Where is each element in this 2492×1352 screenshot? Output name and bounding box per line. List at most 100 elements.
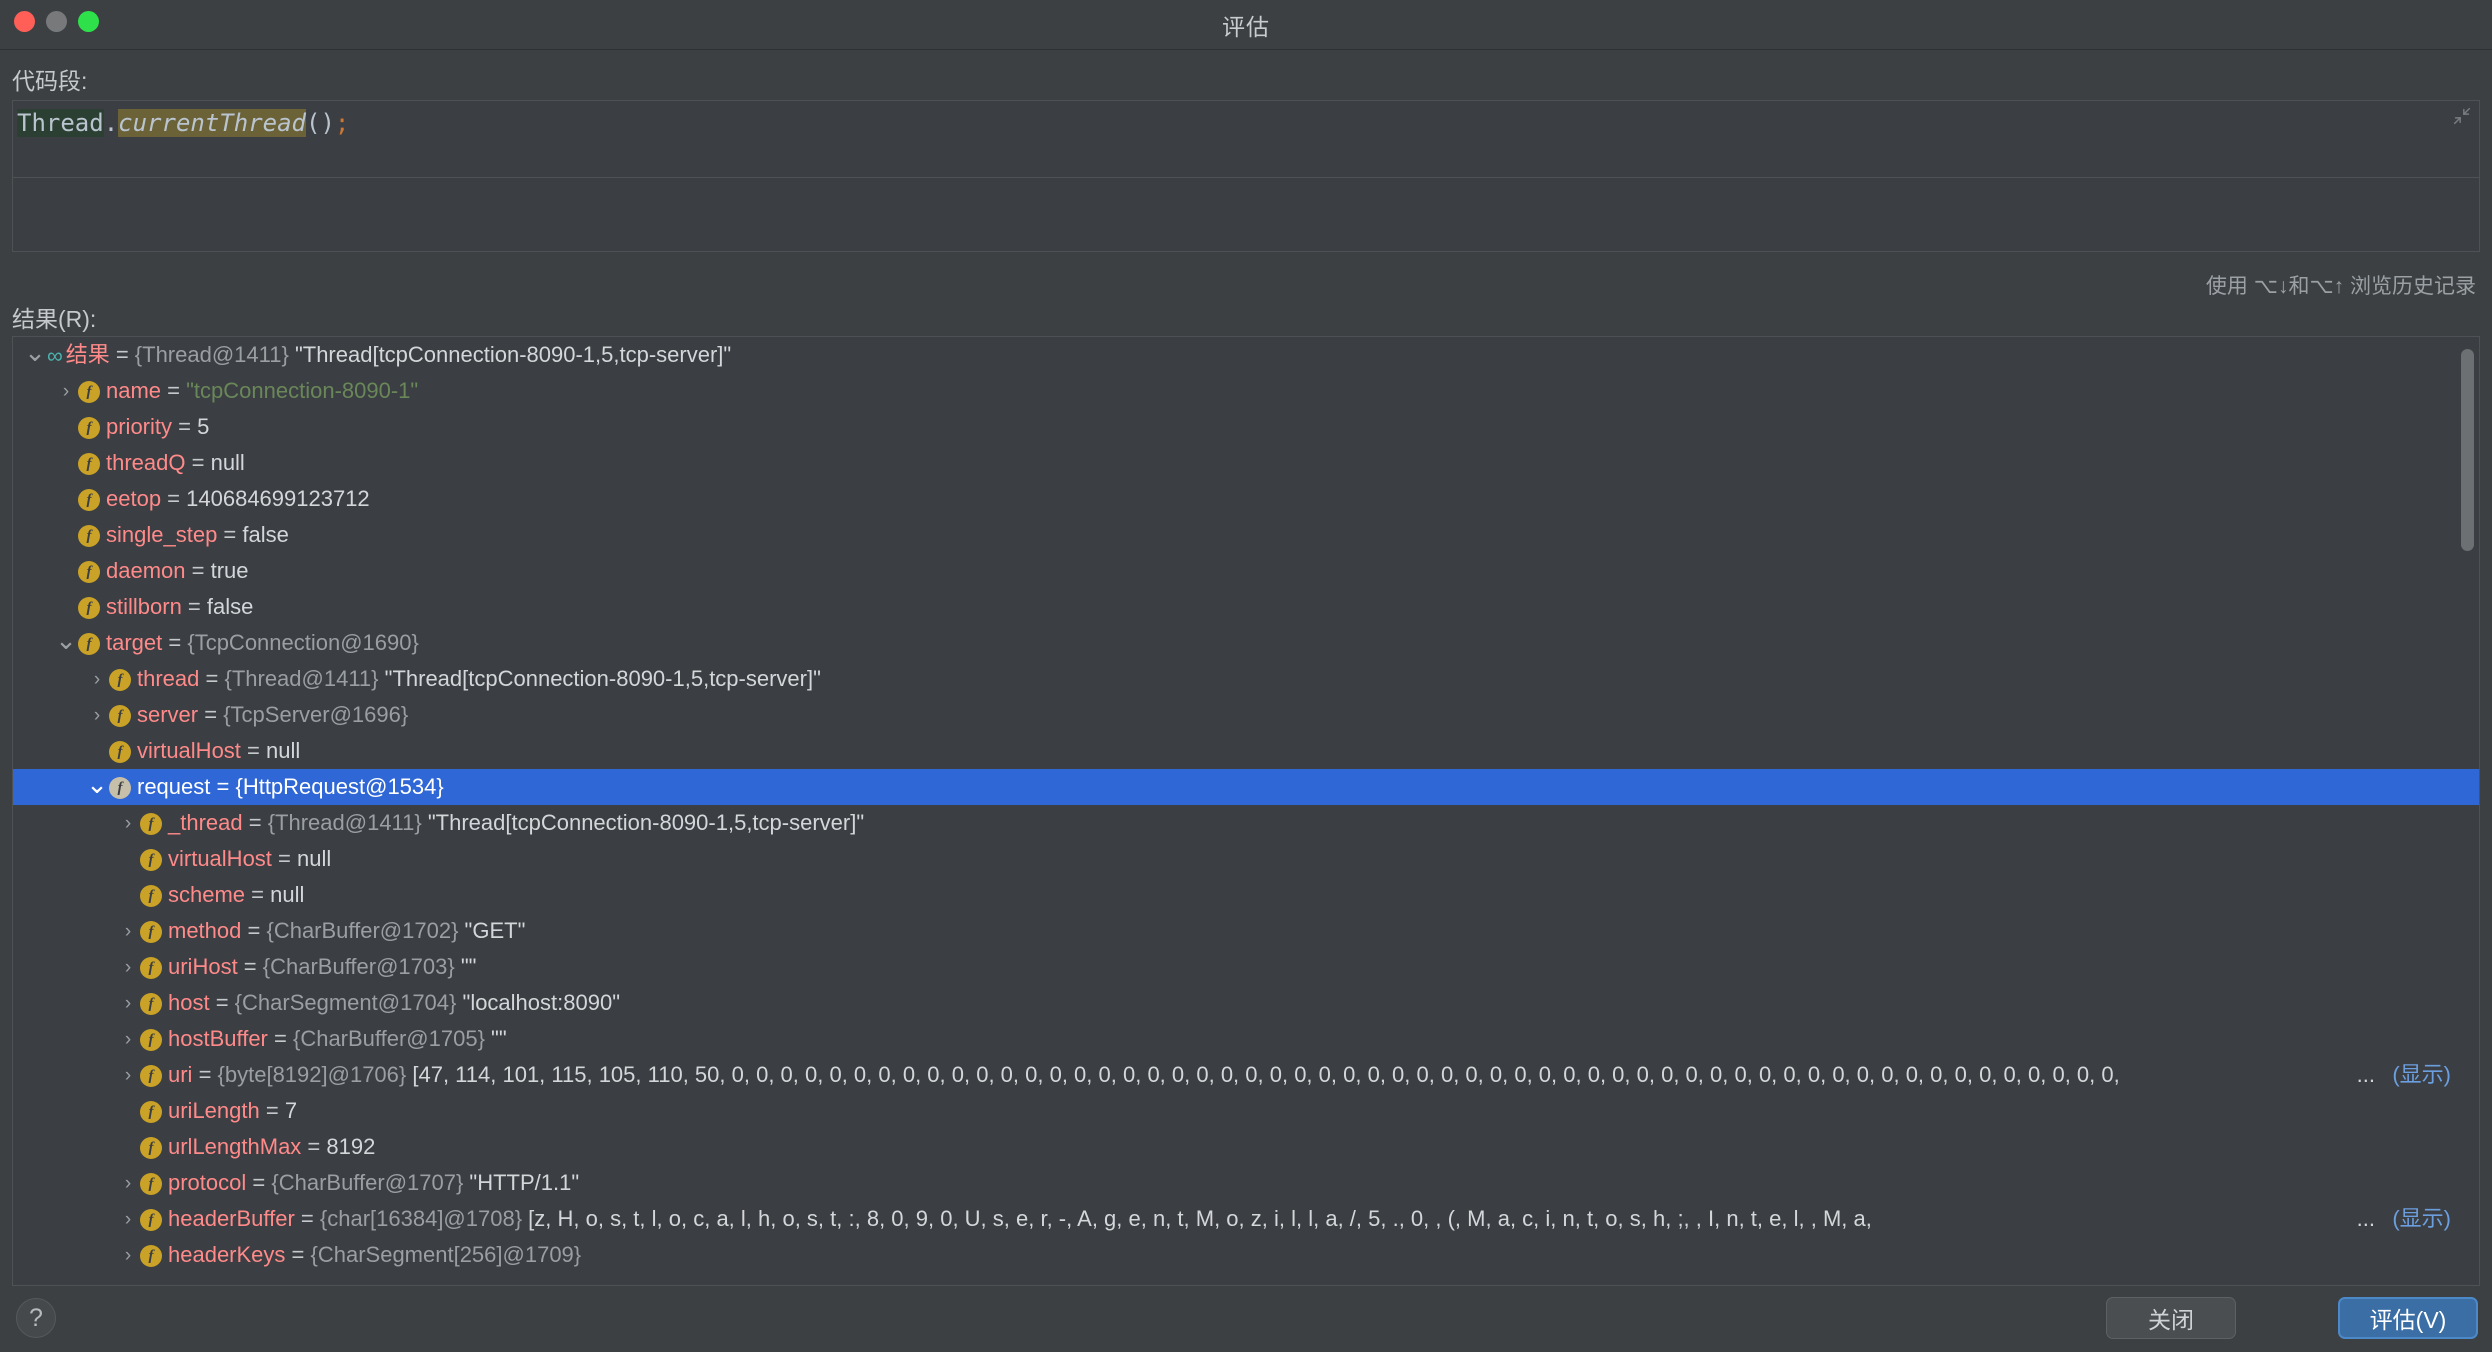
tree-row-equals: = bbox=[198, 702, 224, 727]
help-button[interactable]: ? bbox=[16, 1298, 56, 1338]
tree-row-name: single_step bbox=[106, 522, 218, 547]
tree-row[interactable]: › f _thread = {Thread@1411} "Thread[tcpCon… bbox=[13, 805, 2479, 841]
tree-row-value: "tcpConnection-8090-1" bbox=[186, 378, 419, 403]
chevron-placeholder-icon: › bbox=[116, 1130, 140, 1165]
minimize-window-button[interactable] bbox=[46, 11, 67, 32]
chevron-right-icon[interactable]: › bbox=[116, 1166, 140, 1201]
chevron-right-icon[interactable]: › bbox=[116, 1022, 140, 1057]
tree-row[interactable]: ⌄ f target = {TcpConnection@1690} bbox=[13, 625, 2479, 661]
tree-row-value: "Thread[tcpConnection-8090-1,5,tcp-serve… bbox=[288, 342, 732, 367]
chevron-down-icon[interactable]: ⌄ bbox=[54, 625, 78, 658]
field-icon: f bbox=[78, 417, 100, 440]
chevron-right-icon[interactable]: › bbox=[116, 1238, 140, 1273]
chevron-right-icon[interactable]: › bbox=[116, 914, 140, 949]
field-icon: f bbox=[109, 669, 131, 692]
tree-row[interactable]: ›fscheme = null bbox=[13, 877, 2479, 913]
tree-row-equals: = bbox=[109, 342, 135, 367]
tree-row-equals: = bbox=[237, 954, 263, 979]
tree-row[interactable]: ›f uriLength = 7 bbox=[13, 1093, 2479, 1129]
tree-row-ellipsis: ... bbox=[2352, 1057, 2375, 1093]
close-button[interactable]: 关闭 bbox=[2106, 1297, 2236, 1339]
vertical-scrollbar[interactable] bbox=[2461, 347, 2474, 1275]
tree-row-equals: = bbox=[245, 882, 271, 907]
chevron-right-icon[interactable]: › bbox=[116, 1058, 140, 1093]
tree-row-type: {CharBuffer@1703} bbox=[262, 954, 455, 979]
tree-row[interactable]: › f method = {CharBuffer@1702} "GET" bbox=[13, 913, 2479, 949]
vertical-scrollbar-thumb[interactable] bbox=[2461, 349, 2474, 551]
field-icon: f bbox=[109, 777, 131, 800]
tree-row-value: null bbox=[210, 450, 245, 475]
tree-row[interactable]: ›f urlLengthMax = 8192 bbox=[13, 1129, 2479, 1165]
code-token-semicolon: ; bbox=[334, 109, 350, 137]
tree-row[interactable]: ›f stillborn = false bbox=[13, 589, 2479, 625]
chevron-right-icon[interactable]: › bbox=[116, 950, 140, 985]
tree-row[interactable]: ›f virtualHost = null bbox=[13, 733, 2479, 769]
chevron-right-icon[interactable]: › bbox=[116, 1202, 140, 1237]
code-line[interactable]: Thread.currentThread(); bbox=[17, 109, 349, 137]
tree-row-type: {byte[8192]@1706} bbox=[217, 1062, 407, 1087]
tree-row[interactable]: ›f single_step = false bbox=[13, 517, 2479, 553]
chevron-right-icon[interactable]: › bbox=[54, 374, 78, 409]
tree-row[interactable]: ›feetop = 140684699123712 bbox=[13, 481, 2479, 517]
chevron-down-icon[interactable]: ⌄ bbox=[85, 769, 109, 802]
tree-row-value: [47, 114, 101, 115, 105, 110, 50, 0, 0, … bbox=[406, 1062, 2120, 1087]
show-full-value-link[interactable]: (显示) bbox=[2390, 1201, 2451, 1237]
tree-row-type: {CharBuffer@1705} bbox=[292, 1026, 485, 1051]
field-icon: f bbox=[140, 957, 162, 980]
window-title: 评估 bbox=[1222, 13, 1270, 40]
tree-row[interactable]: › f thread = {Thread@1411} "Thread[tcpConn… bbox=[13, 661, 2479, 697]
field-icon: f bbox=[140, 1029, 162, 1052]
tree-row[interactable]: ⌄∞ 结果 = {Thread@1411} "Thread[tcpConnecti… bbox=[13, 337, 2479, 373]
tree-row[interactable]: › f host = {CharSegment@1704} "localhost:8… bbox=[13, 985, 2479, 1021]
tree-row-name: priority bbox=[106, 414, 173, 439]
close-window-button[interactable] bbox=[14, 11, 35, 32]
field-icon: f bbox=[140, 1101, 162, 1124]
chevron-right-icon[interactable]: › bbox=[85, 698, 109, 733]
field-icon: f bbox=[78, 561, 100, 584]
field-icon: f bbox=[78, 525, 100, 548]
tree-row[interactable]: ›fdaemon = true bbox=[13, 553, 2479, 589]
tree-row-type: {TcpConnection@1690} bbox=[187, 630, 419, 655]
field-icon: f bbox=[140, 1137, 162, 1160]
tree-row[interactable]: › f protocol = {CharBuffer@1707} "HTTP/1.1… bbox=[13, 1165, 2479, 1201]
code-token-class: Thread bbox=[17, 109, 104, 137]
code-editor-body[interactable] bbox=[12, 178, 2480, 252]
chevron-placeholder-icon: › bbox=[85, 734, 109, 769]
zoom-window-button[interactable] bbox=[78, 11, 99, 32]
tree-row-name: daemon bbox=[106, 558, 186, 583]
chevron-down-icon[interactable]: ⌄ bbox=[23, 337, 47, 370]
tree-row-value: "localhost:8090" bbox=[456, 990, 621, 1015]
tree-row[interactable]: › f name = "tcpConnection-8090-1" bbox=[13, 373, 2479, 409]
tree-row[interactable]: › f headerKeys = {CharSegment[256]@1709} bbox=[13, 1237, 2479, 1273]
chevron-right-icon[interactable]: › bbox=[116, 986, 140, 1021]
tree-row-name: threadQ bbox=[106, 450, 186, 475]
tree-row[interactable]: › f hostBuffer = {CharBuffer@1705} "" bbox=[13, 1021, 2479, 1057]
tree-row[interactable]: › f uriHost = {CharBuffer@1703} "" bbox=[13, 949, 2479, 985]
tree-row-equals: = bbox=[267, 1026, 293, 1051]
tree-row[interactable]: ›f virtualHost = null bbox=[13, 841, 2479, 877]
code-editor[interactable]: Thread.currentThread(); bbox=[12, 100, 2480, 178]
tree-row[interactable]: › f uri = {byte[8192]@1706} [47, 114, 101,… bbox=[13, 1057, 2479, 1093]
tree-row-value: "Thread[tcpConnection-8090-1,5,tcp-serve… bbox=[421, 810, 865, 835]
tree-row[interactable]: › f headerBuffer = {char[16384]@1708} [z, … bbox=[13, 1201, 2479, 1237]
tree-row-name: method bbox=[168, 918, 242, 943]
result-tree[interactable]: ⌄∞ 结果 = {Thread@1411} "Thread[tcpConnecti… bbox=[12, 336, 2480, 1286]
field-icon: f bbox=[78, 381, 100, 404]
code-token-method: currentThread bbox=[118, 109, 306, 137]
tree-row-equals: = bbox=[210, 774, 236, 799]
tree-row[interactable]: ›f threadQ = null bbox=[13, 445, 2479, 481]
field-icon: f bbox=[140, 1065, 162, 1088]
tree-row[interactable]: ⌄ f request = {HttpRequest@1534} bbox=[13, 769, 2479, 805]
tree-row-value: "" bbox=[484, 1026, 507, 1051]
tree-row[interactable]: › f server = {TcpServer@1696} bbox=[13, 697, 2479, 733]
tree-row[interactable]: ›f priority = 5 bbox=[13, 409, 2479, 445]
show-full-value-link[interactable]: (显示) bbox=[2390, 1057, 2451, 1093]
field-icon: f bbox=[140, 1245, 162, 1268]
chevron-right-icon[interactable]: › bbox=[116, 806, 140, 841]
chevron-placeholder-icon: › bbox=[54, 482, 78, 517]
collapse-icon[interactable] bbox=[2451, 105, 2473, 127]
field-icon: f bbox=[140, 921, 162, 944]
chevron-right-icon[interactable]: › bbox=[85, 662, 109, 697]
evaluate-button[interactable]: 评估(V) bbox=[2338, 1297, 2478, 1339]
traffic-lights bbox=[14, 11, 99, 32]
